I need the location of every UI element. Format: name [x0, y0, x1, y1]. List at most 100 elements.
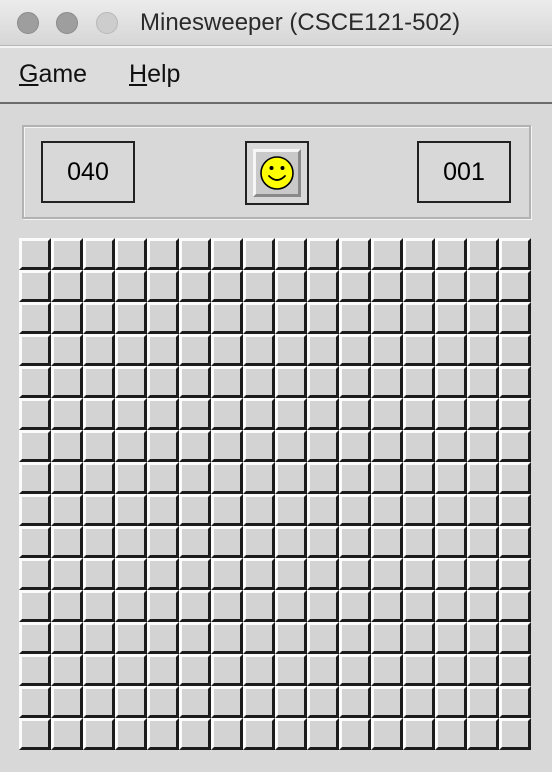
- mine-cell[interactable]: [467, 302, 499, 334]
- mine-cell[interactable]: [467, 270, 499, 302]
- mine-cell[interactable]: [339, 366, 371, 398]
- mine-cell[interactable]: [115, 270, 147, 302]
- mine-cell[interactable]: [243, 526, 275, 558]
- mine-cell[interactable]: [371, 430, 403, 462]
- mine-cell[interactable]: [467, 526, 499, 558]
- mine-cell[interactable]: [243, 238, 275, 270]
- mine-cell[interactable]: [307, 238, 339, 270]
- mine-cell[interactable]: [467, 686, 499, 718]
- mine-cell[interactable]: [403, 462, 435, 494]
- mine-cell[interactable]: [211, 270, 243, 302]
- mine-cell[interactable]: [275, 654, 307, 686]
- mine-cell[interactable]: [275, 430, 307, 462]
- mine-cell[interactable]: [243, 462, 275, 494]
- mine-cell[interactable]: [339, 398, 371, 430]
- mine-cell[interactable]: [147, 718, 179, 750]
- mine-cell[interactable]: [83, 334, 115, 366]
- mine-cell[interactable]: [339, 334, 371, 366]
- mine-cell[interactable]: [115, 494, 147, 526]
- mine-cell[interactable]: [307, 590, 339, 622]
- mine-cell[interactable]: [83, 558, 115, 590]
- mine-cell[interactable]: [467, 398, 499, 430]
- title-bar[interactable]: Minesweeper (CSCE121-502): [0, 0, 552, 46]
- mine-cell[interactable]: [179, 654, 211, 686]
- mine-cell[interactable]: [83, 302, 115, 334]
- mine-cell[interactable]: [83, 366, 115, 398]
- mine-cell[interactable]: [243, 558, 275, 590]
- mine-cell[interactable]: [403, 494, 435, 526]
- menu-help[interactable]: Help: [129, 60, 180, 89]
- mine-cell[interactable]: [403, 366, 435, 398]
- mine-cell[interactable]: [51, 302, 83, 334]
- mine-cell[interactable]: [307, 430, 339, 462]
- mine-cell[interactable]: [467, 654, 499, 686]
- mine-cell[interactable]: [499, 462, 531, 494]
- mine-cell[interactable]: [275, 398, 307, 430]
- mine-cell[interactable]: [51, 462, 83, 494]
- mine-cell[interactable]: [147, 590, 179, 622]
- mine-cell[interactable]: [435, 718, 467, 750]
- mine-cell[interactable]: [339, 686, 371, 718]
- mine-cell[interactable]: [371, 366, 403, 398]
- mine-cell[interactable]: [147, 238, 179, 270]
- mine-cell[interactable]: [211, 366, 243, 398]
- mine-cell[interactable]: [371, 622, 403, 654]
- mine-cell[interactable]: [307, 398, 339, 430]
- mine-cell[interactable]: [51, 238, 83, 270]
- mine-cell[interactable]: [339, 622, 371, 654]
- mine-cell[interactable]: [403, 526, 435, 558]
- mine-cell[interactable]: [307, 270, 339, 302]
- mine-cell[interactable]: [19, 526, 51, 558]
- mine-cell[interactable]: [19, 718, 51, 750]
- mine-cell[interactable]: [275, 718, 307, 750]
- mine-cell[interactable]: [275, 686, 307, 718]
- mine-cell[interactable]: [179, 622, 211, 654]
- mine-cell[interactable]: [115, 654, 147, 686]
- mine-cell[interactable]: [115, 366, 147, 398]
- mine-cell[interactable]: [83, 622, 115, 654]
- mine-cell[interactable]: [147, 430, 179, 462]
- mine-cell[interactable]: [243, 270, 275, 302]
- mine-cell[interactable]: [339, 238, 371, 270]
- mine-cell[interactable]: [19, 494, 51, 526]
- mine-cell[interactable]: [211, 622, 243, 654]
- mine-cell[interactable]: [371, 302, 403, 334]
- mine-cell[interactable]: [499, 334, 531, 366]
- mine-cell[interactable]: [211, 462, 243, 494]
- mine-cell[interactable]: [371, 590, 403, 622]
- mine-cell[interactable]: [467, 238, 499, 270]
- mine-cell[interactable]: [435, 366, 467, 398]
- mine-cell[interactable]: [51, 334, 83, 366]
- mine-cell[interactable]: [499, 654, 531, 686]
- mine-cell[interactable]: [147, 334, 179, 366]
- mine-cell[interactable]: [243, 686, 275, 718]
- mine-cell[interactable]: [467, 718, 499, 750]
- mine-cell[interactable]: [403, 622, 435, 654]
- mine-cell[interactable]: [403, 270, 435, 302]
- mine-cell[interactable]: [499, 526, 531, 558]
- mine-cell[interactable]: [435, 654, 467, 686]
- mine-cell[interactable]: [147, 654, 179, 686]
- mine-cell[interactable]: [403, 686, 435, 718]
- mine-cell[interactable]: [275, 462, 307, 494]
- mine-cell[interactable]: [179, 238, 211, 270]
- mine-cell[interactable]: [179, 398, 211, 430]
- mine-cell[interactable]: [83, 686, 115, 718]
- mine-cell[interactable]: [211, 654, 243, 686]
- mine-cell[interactable]: [403, 398, 435, 430]
- mine-cell[interactable]: [403, 302, 435, 334]
- mine-cell[interactable]: [179, 590, 211, 622]
- mine-cell[interactable]: [435, 398, 467, 430]
- mine-cell[interactable]: [467, 622, 499, 654]
- mine-cell[interactable]: [243, 366, 275, 398]
- mine-cell[interactable]: [19, 398, 51, 430]
- mine-cell[interactable]: [115, 462, 147, 494]
- mine-cell[interactable]: [19, 430, 51, 462]
- mine-cell[interactable]: [51, 718, 83, 750]
- mine-cell[interactable]: [499, 718, 531, 750]
- mine-cell[interactable]: [499, 622, 531, 654]
- mine-cell[interactable]: [307, 622, 339, 654]
- mine-cell[interactable]: [147, 366, 179, 398]
- mine-cell[interactable]: [83, 718, 115, 750]
- mine-cell[interactable]: [83, 654, 115, 686]
